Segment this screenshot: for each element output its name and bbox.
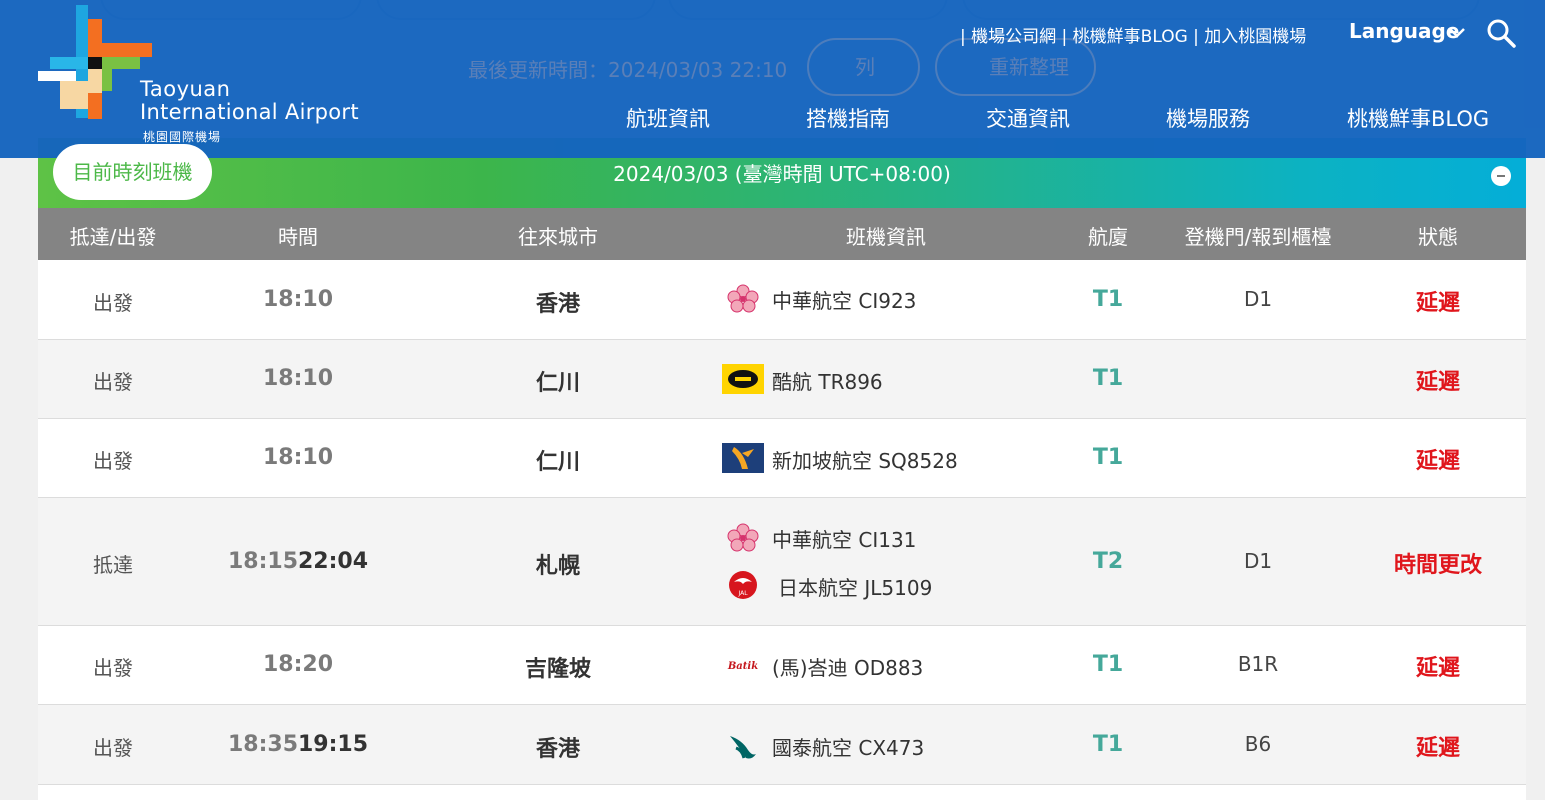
jal-crane-logo: JAL: [729, 571, 757, 599]
batik-air-logo: Batik: [727, 661, 758, 672]
row-status: 延遲: [1415, 736, 1460, 761]
table-row[interactable]: 出發 18:10 仁川 酷航 TR896 T1 延遲: [38, 340, 1526, 419]
cathay-brushwing-logo: [730, 736, 756, 759]
row-terminal: T1: [1092, 366, 1124, 391]
row-status: 延遲: [1415, 291, 1460, 316]
search-icon[interactable]: [1486, 18, 1516, 48]
airport-logo[interactable]: [38, 5, 378, 145]
last-update-time: 最後更新時間：2024/03/03 22:10: [468, 58, 788, 82]
nav-boarding-guide[interactable]: 搭機指南: [806, 103, 890, 133]
scheduled-time: 18:10: [262, 287, 334, 312]
col-time: 時間: [278, 225, 318, 249]
site-header: Taoyuan International Airport 桃園國際機場 最後更…: [0, 0, 1545, 158]
row-type: 出發: [93, 291, 133, 315]
scoot-logo: [722, 364, 764, 394]
row-city: 仁川: [535, 450, 580, 475]
row-city: 香港: [535, 737, 580, 762]
nav-flight-info[interactable]: 航班資訊: [626, 103, 710, 133]
scheduled-time: 18:20: [262, 652, 334, 677]
table-row: [38, 785, 1526, 800]
flight-name[interactable]: 中華航空 CI131: [772, 524, 916, 553]
row-time: 18:20: [208, 652, 388, 677]
table-row[interactable]: 出發 18:10 仁川 新加坡航空 SQ8528 T1 延遲: [38, 419, 1526, 498]
row-status: 時間更改: [1393, 553, 1482, 578]
col-terminal: 航廈: [1088, 225, 1128, 249]
row-terminal: T1: [1092, 287, 1124, 312]
scheduled-time: 18:10: [262, 366, 334, 391]
row-type: 抵達: [93, 553, 133, 577]
row-status: 延遲: [1415, 370, 1460, 395]
row-terminal: T1: [1092, 732, 1124, 757]
nav-airport-services[interactable]: 機場服務: [1166, 103, 1250, 133]
flight-name[interactable]: 新加坡航空 SQ8528: [772, 445, 958, 474]
plum-blossom-icon: [727, 523, 759, 552]
row-gate: D1: [1243, 287, 1273, 311]
row-status: 延遲: [1415, 449, 1460, 474]
row-time: 18:10: [208, 366, 388, 391]
scheduled-time: 18:10: [262, 445, 334, 470]
col-city: 往來城市: [518, 225, 598, 249]
row-type: 出發: [93, 656, 133, 680]
row-type: 出發: [93, 736, 133, 760]
nav-blog[interactable]: 桃機鮮事BLOG: [1347, 103, 1489, 133]
date-label: 2024/03/03 (臺灣時間 UTC+08:00): [613, 162, 951, 186]
singapore-bird-logo: [722, 443, 764, 473]
row-gate: D1: [1243, 549, 1273, 573]
nav-transport-info[interactable]: 交通資訊: [986, 103, 1070, 133]
chevron-down-icon[interactable]: [1448, 26, 1466, 40]
row-type: 出發: [93, 449, 133, 473]
logo-text-chinese: 桃園國際機場: [143, 130, 222, 144]
row-time: 18:3519:15: [208, 732, 388, 757]
row-type: 出發: [93, 370, 133, 394]
row-city: 仁川: [535, 371, 580, 396]
col-gate: 登機門/報到櫃檯: [1184, 225, 1332, 249]
flight-name[interactable]: 日本航空 JL5109: [778, 572, 932, 601]
row-terminal: T1: [1092, 445, 1124, 470]
refresh-label: 重新整理: [989, 55, 1069, 79]
logo-text-international-airport: International Airport: [140, 100, 359, 124]
table-row[interactable]: 出發 18:10 香港 中華航空 CI923 T1 D1 延遲: [38, 260, 1526, 340]
row-city: 香港: [535, 292, 580, 317]
col-flight-info: 班機資訊: [846, 225, 926, 249]
plum-blossom-icon: [727, 284, 759, 313]
revised-time: 22:04: [298, 549, 369, 574]
logo-text-taoyuan: Taoyuan: [140, 77, 231, 101]
current-flights-tab[interactable]: 目前時刻班機: [53, 144, 212, 200]
col-status: 狀態: [1418, 225, 1458, 249]
row-time: 18:10: [208, 287, 388, 312]
svg-text:JAL: JAL: [737, 590, 748, 597]
flight-name[interactable]: 國泰航空 CX473: [772, 732, 924, 761]
row-gate: B1R: [1237, 652, 1279, 676]
scheduled-time: 18:35: [227, 732, 298, 757]
flight-name[interactable]: 酷航 TR896: [772, 366, 883, 395]
table-row[interactable]: 出發 18:3519:15 香港 國泰航空 CX473 T1 B6 延遲: [38, 705, 1526, 785]
row-time: 18:1522:04: [208, 549, 388, 574]
flight-name[interactable]: 中華航空 CI923: [772, 285, 916, 314]
table-row[interactable]: 抵達 18:1522:04 札幌 中華航空 CI131 JAL 日本航空 JL5…: [38, 498, 1526, 626]
top-links[interactable]: | 機場公司網 | 桃機鮮事BLOG | 加入桃園機場: [960, 22, 1306, 47]
row-terminal: T2: [1092, 549, 1124, 574]
row-status: 延遲: [1415, 656, 1460, 681]
flight-name[interactable]: (馬)峇迪 OD883: [772, 652, 923, 681]
collapse-icon[interactable]: [1491, 166, 1511, 186]
row-gate: B6: [1244, 732, 1272, 756]
revised-time: 19:15: [298, 732, 369, 757]
language-selector[interactable]: Language: [1349, 19, 1459, 43]
row-terminal: T1: [1092, 652, 1124, 677]
col-arrive-depart: 抵達/出發: [69, 225, 157, 249]
table-header: 抵達/出發 時間 往來城市 班機資訊 航廈 登機門/報到櫃檯 狀態: [38, 208, 1526, 260]
row-time: 18:10: [208, 445, 388, 470]
row-city: 吉隆坡: [524, 657, 591, 682]
scheduled-time: 18:15: [227, 549, 298, 574]
table-row[interactable]: 出發 18:20 吉隆坡 Batik (馬)峇迪 OD883 T1 B1R 延遲: [38, 626, 1526, 705]
row-city: 札幌: [535, 554, 580, 579]
svg-text:Batik: Batik: [727, 661, 758, 672]
print-button[interactable]: 列印: [807, 38, 920, 133]
